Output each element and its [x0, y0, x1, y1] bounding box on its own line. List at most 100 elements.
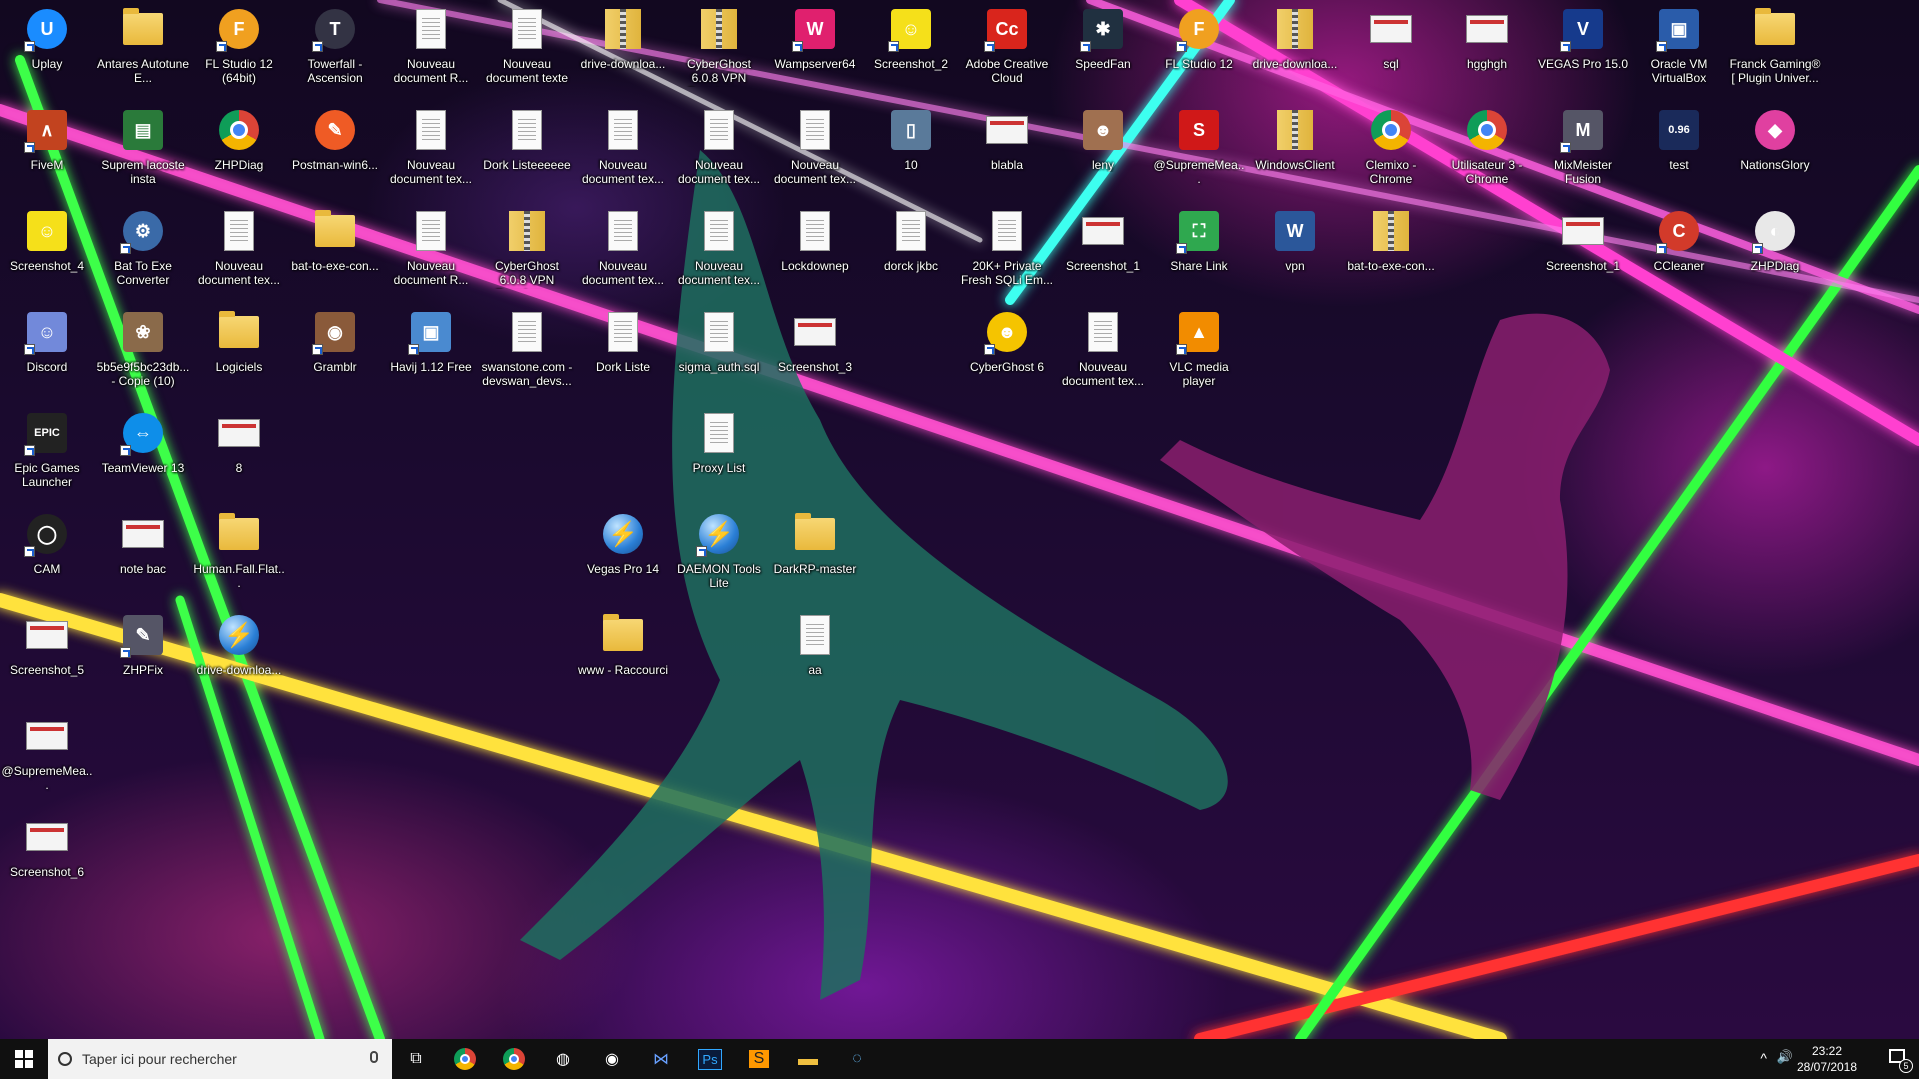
desktop-icon-teamviewer[interactable]: ⇔ TeamViewer 13: [96, 404, 190, 500]
desktop-icon-franck-gaming[interactable]: Franck Gaming® [ Plugin Univer...: [1728, 0, 1822, 96]
desktop-icon-vegas14[interactable]: ⚡ Vegas Pro 14: [576, 505, 670, 601]
desktop-icon-screenshot-6[interactable]: Screenshot_6: [0, 808, 94, 904]
desktop-icon-suprem-lacoste[interactable]: ▤ Suprem lacoste insta: [96, 101, 190, 197]
desktop-icon-nouveau-doc-tex-3[interactable]: Nouveau document tex...: [672, 101, 766, 197]
desktop-icon-nouveau-doc-tex-4[interactable]: Nouveau document tex...: [768, 101, 862, 197]
desktop-icon-dork-listeeeee[interactable]: Dork Listeeeeee: [480, 101, 574, 197]
desktop-icon-flstudio12-64[interactable]: F FL Studio 12 (64bit): [192, 0, 286, 96]
desktop-icon-sigma-auth[interactable]: sigma_auth.sql: [672, 303, 766, 399]
desktop-icon-nouveau-doc-texte[interactable]: Nouveau document texte: [480, 0, 574, 96]
desktop-icon-windowsclient[interactable]: WindowsClient: [1248, 101, 1342, 197]
desktop-icon-virtualbox[interactable]: ▣ Oracle VM VirtualBox: [1632, 0, 1726, 96]
desktop-icon-dorck-jkbc[interactable]: dorck jkbc: [864, 202, 958, 298]
desktop-icon-screenshot-4[interactable]: ☺ Screenshot_4: [0, 202, 94, 298]
desktop-icon-nouveau-doc-tex-2[interactable]: Nouveau document tex...: [576, 101, 670, 197]
desktop-icon-cyberghost-1[interactable]: CyberGhost 6.0.8 VPN Premium ...: [672, 0, 766, 96]
desktop-icon-nationsglory[interactable]: ◆ NationsGlory: [1728, 101, 1822, 197]
desktop-icon-antares[interactable]: Antares Autotune E...: [96, 0, 190, 96]
desktop-icon-test[interactable]: 0.96 test: [1632, 101, 1726, 197]
desktop-icon-darkrp[interactable]: DarkRP-master: [768, 505, 862, 601]
desktop-icon-screenshot-1b[interactable]: Screenshot_1: [1536, 202, 1630, 298]
desktop-icon-zhpdiag-2[interactable]: ◐ ZHPDiag: [1728, 202, 1822, 298]
desktop-icon-clemixo-chrome[interactable]: Clemixo - Chrome: [1344, 101, 1438, 197]
desktop-icon-bat-to-exe-con-1[interactable]: bat-to-exe-con...: [288, 202, 382, 298]
desktop-icon-leny[interactable]: ☻ leny: [1056, 101, 1150, 197]
desktop-icon-adobe-cc[interactable]: Cc Adobe Creative Cloud: [960, 0, 1054, 96]
desktop-icon-nouveau-doc-tex-7[interactable]: Nouveau document tex...: [672, 202, 766, 298]
desktop-icon-screenshot-3[interactable]: Screenshot_3: [768, 303, 862, 399]
desktop-icon-vegas15[interactable]: V VEGAS Pro 15.0: [1536, 0, 1630, 96]
desktop-icon-nouveau-doc-tex-8[interactable]: Nouveau document tex...: [1056, 303, 1150, 399]
desktop-icon-zhpdiag-1[interactable]: ZHPDiag: [192, 101, 286, 197]
notification-center-button[interactable]: 5: [1887, 1047, 1913, 1073]
desktop-icon-sql[interactable]: sql: [1344, 0, 1438, 96]
desktop-icon-proxy-list[interactable]: Proxy List: [672, 404, 766, 500]
desktop-icon-dork-liste[interactable]: Dork Liste: [576, 303, 670, 399]
desktop-icon-file-10[interactable]: ▯ 10: [864, 101, 958, 197]
desktop-icon-havij[interactable]: ▣ Havij 1.12 Free: [384, 303, 478, 399]
desktop-icon-mixmeister[interactable]: M MixMeister Fusion: [1536, 101, 1630, 197]
desktop-icon-wampserver[interactable]: W Wampserver64: [768, 0, 862, 96]
desktop-icon-nouveau-doc-r-1[interactable]: Nouveau document R...: [384, 0, 478, 96]
start-button[interactable]: [0, 1039, 48, 1079]
desktop-icon-bat-to-exe[interactable]: ⚙ Bat To Exe Converter: [96, 202, 190, 298]
desktop-icon-fresh-sqli[interactable]: 20K+ Private Fresh SQLi Em...: [960, 202, 1054, 298]
desktop-icon-uplay[interactable]: U Uplay: [0, 0, 94, 96]
desktop-icon-copie-10[interactable]: ❀ 5b5e9f5bc23db... - Copie (10): [96, 303, 190, 399]
desktop-icon-nouveau-doc-tex-5[interactable]: Nouveau document tex...: [192, 202, 286, 298]
desktop-icon-screenshot-5[interactable]: Screenshot_5: [0, 606, 94, 702]
desktop-icon-flstudio12[interactable]: F FL Studio 12: [1152, 0, 1246, 96]
taskbar-app-task-view[interactable]: ⧉: [392, 1039, 440, 1079]
desktop-icon-hgghgh[interactable]: hgghgh: [1440, 0, 1534, 96]
desktop-icon-cyberghost-2[interactable]: CyberGhost 6.0.8 VPN Premium ...: [480, 202, 574, 298]
desktop-icon-logiciels[interactable]: Logiciels: [192, 303, 286, 399]
desktop-icon-screenshot-2[interactable]: ☺ Screenshot_2: [864, 0, 958, 96]
taskbar-app-origin-app[interactable]: ◌: [833, 1039, 881, 1079]
desktop-icon-utilisateur3-chrome[interactable]: Utilisateur 3 - Chrome: [1440, 101, 1534, 197]
desktop-icon-discord[interactable]: ☺ Discord: [0, 303, 94, 399]
search-box[interactable]: Taper ici pour rechercher: [48, 1039, 392, 1079]
system-clock[interactable]: 23:22 28/07/2018: [1791, 1043, 1863, 1075]
desktop-icon-www-raccourci[interactable]: www - Raccourci: [576, 606, 670, 702]
desktop-icon-bat-to-exe-con-2[interactable]: bat-to-exe-con...: [1344, 202, 1438, 298]
desktop-icon-nouveau-doc-tex-1[interactable]: Nouveau document tex...: [384, 101, 478, 197]
desktop-icon-vlc[interactable]: ▲ VLC media player: [1152, 303, 1246, 399]
desktop-icon-ccleaner[interactable]: C CCleaner: [1632, 202, 1726, 298]
taskbar-app-sublime[interactable]: S: [735, 1039, 783, 1079]
desktop-icon-supreme-mea-1[interactable]: S @SupremeMea...: [1152, 101, 1246, 197]
desktop-icon-cam[interactable]: ◯ CAM: [0, 505, 94, 601]
desktop-icon-drive-download-1[interactable]: drive-downloa...: [576, 0, 670, 96]
desktop-icon-gramblr[interactable]: ◉ Gramblr: [288, 303, 382, 399]
taskbar-app-photoshop[interactable]: Ps: [686, 1039, 734, 1079]
desktop-icon-nouveau-doc-tex-6[interactable]: Nouveau document tex...: [576, 202, 670, 298]
desktop-icon-share-link[interactable]: ⛶ Share Link: [1152, 202, 1246, 298]
desktop-icon-epic[interactable]: EPIC Epic Games Launcher: [0, 404, 94, 500]
taskbar-app-chrome-user[interactable]: [490, 1039, 538, 1079]
desktop-icon-speedfan[interactable]: ✱ SpeedFan: [1056, 0, 1150, 96]
desktop-icon-nouveau-doc-r-2[interactable]: Nouveau document R...: [384, 202, 478, 298]
tray-chevron-icon[interactable]: ^: [1760, 1050, 1767, 1066]
taskbar-app-obs[interactable]: ◍: [539, 1039, 587, 1079]
desktop-icon-swanstone[interactable]: swanstone.com - devswan_devs...: [480, 303, 574, 399]
desktop-icon-drive-download-3[interactable]: ⚡ drive-downloa...: [192, 606, 286, 702]
desktop-icon-note-bac[interactable]: note bac: [96, 505, 190, 601]
desktop-icon-file-8[interactable]: 8: [192, 404, 286, 500]
desktop-icon-blabla[interactable]: blabla: [960, 101, 1054, 197]
desktop-icon-towerfall[interactable]: T Towerfall - Ascension: [288, 0, 382, 96]
taskbar-app-file-explorer[interactable]: ▬: [784, 1039, 832, 1079]
desktop-icon-aa[interactable]: aa: [768, 606, 862, 702]
desktop-icon-lockdownep[interactable]: Lockdownep: [768, 202, 862, 298]
desktop-icon-screenshot-1a[interactable]: Screenshot_1: [1056, 202, 1150, 298]
desktop-icon-drive-download-2[interactable]: drive-downloa...: [1248, 0, 1342, 96]
desktop-icon-vpn[interactable]: Wvpn: [1248, 202, 1342, 298]
desktop-icon-cyberghost6[interactable]: ☻ CyberGhost 6: [960, 303, 1054, 399]
taskbar-app-visual-studio[interactable]: ⋈: [637, 1039, 685, 1079]
desktop-icon-daemon-tools[interactable]: ⚡ DAEMON Tools Lite: [672, 505, 766, 601]
taskbar-app-steam[interactable]: ◉: [588, 1039, 636, 1079]
desktop-icon-zhpfix[interactable]: ✎ ZHPFix: [96, 606, 190, 702]
desktop-icon-postman[interactable]: ✎ Postman-win6...: [288, 101, 382, 197]
taskbar-app-chrome[interactable]: [441, 1039, 489, 1079]
desktop-icon-supreme-mea-2[interactable]: @SupremeMea...: [0, 707, 94, 803]
microphone-icon[interactable]: [370, 1051, 378, 1063]
desktop-icon-fivem[interactable]: ∧ FiveM: [0, 101, 94, 197]
